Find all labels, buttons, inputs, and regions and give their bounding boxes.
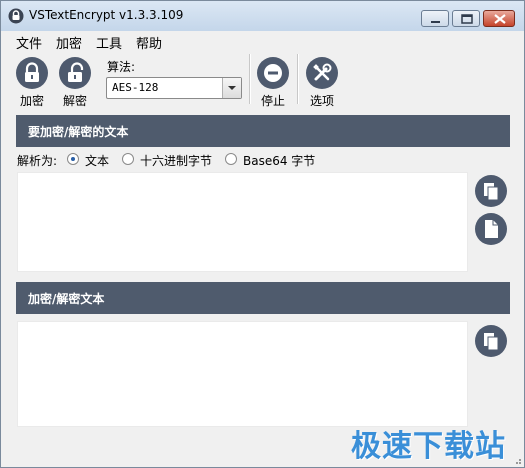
- output-section-title: 加密/解密文本: [28, 292, 105, 306]
- encrypt-button-circle: [16, 57, 48, 89]
- resize-grip-icon[interactable]: [512, 455, 522, 465]
- decrypt-label: 解密: [62, 94, 87, 108]
- input-section-header: 要加密/解密的文本: [16, 115, 510, 147]
- options-label: 选项: [309, 94, 334, 108]
- radio-hex-bytes-label[interactable]: 十六进制字节: [140, 152, 212, 169]
- encrypt-button[interactable]: 加密: [12, 54, 52, 110]
- new-document-button[interactable]: [475, 213, 507, 245]
- app-logo-icon: [8, 8, 24, 24]
- radio-text-label[interactable]: 文本: [85, 152, 109, 169]
- options-button-circle: [306, 57, 338, 89]
- close-icon: [494, 14, 506, 24]
- toolbar-separator: [297, 54, 299, 104]
- minimize-icon: [431, 21, 440, 23]
- close-button[interactable]: [483, 10, 515, 27]
- input-section-title: 要加密/解密的文本: [28, 125, 129, 139]
- output-section-header: 加密/解密文本: [16, 282, 510, 314]
- options-button[interactable]: 选项: [302, 54, 342, 110]
- stop-button[interactable]: 停止: [253, 54, 293, 110]
- radio-base64-bytes-label[interactable]: Base64 字节: [243, 152, 315, 169]
- algorithm-label: 算法:: [107, 60, 136, 74]
- parse-as-label: 解析为:: [17, 154, 58, 168]
- algorithm-select[interactable]: AES-128: [106, 77, 242, 99]
- maximize-button[interactable]: [452, 10, 480, 27]
- output-text-area[interactable]: [17, 321, 468, 427]
- encrypt-label: 加密: [19, 94, 44, 108]
- title-bar: VSTextEncrypt v1.3.3.109: [1, 1, 524, 31]
- unlock-icon: [68, 62, 84, 82]
- decrypt-button-circle: [59, 57, 91, 89]
- maximize-icon: [461, 14, 473, 24]
- app-window: VSTextEncrypt v1.3.3.109 文件 加密 工具 帮助 加密 …: [0, 0, 525, 468]
- paste-button[interactable]: [475, 175, 507, 207]
- new-document-icon: [485, 220, 498, 238]
- algorithm-value: AES-128: [112, 81, 159, 94]
- stop-icon: [264, 64, 282, 82]
- copy-button[interactable]: [475, 325, 507, 357]
- chevron-down-icon: [228, 86, 236, 90]
- toolbar: 加密 解密 算法: AES-128 停止 选项: [1, 50, 524, 110]
- radio-text[interactable]: [67, 153, 79, 165]
- paste-icon: [484, 183, 499, 201]
- parse-as-group: 解析为: 文本 十六进制字节 Base64 字节: [17, 152, 417, 168]
- watermark-text: 极速下载站: [351, 429, 506, 464]
- algorithm-dropdown-button[interactable]: [222, 78, 241, 98]
- minimize-button[interactable]: [421, 10, 449, 27]
- tools-icon: [313, 63, 332, 81]
- radio-base64-bytes[interactable]: [225, 153, 237, 165]
- toolbar-separator: [249, 54, 251, 104]
- stop-label: 停止: [260, 94, 285, 108]
- copy-icon: [484, 333, 499, 351]
- menu-bar: 文件 加密 工具 帮助: [1, 31, 524, 52]
- window-title: VSTextEncrypt v1.3.3.109: [29, 8, 184, 22]
- lock-icon: [25, 62, 39, 82]
- stop-button-circle: [257, 57, 289, 89]
- radio-hex-bytes[interactable]: [122, 153, 134, 165]
- input-text-area[interactable]: [17, 172, 468, 272]
- decrypt-button[interactable]: 解密: [55, 54, 95, 110]
